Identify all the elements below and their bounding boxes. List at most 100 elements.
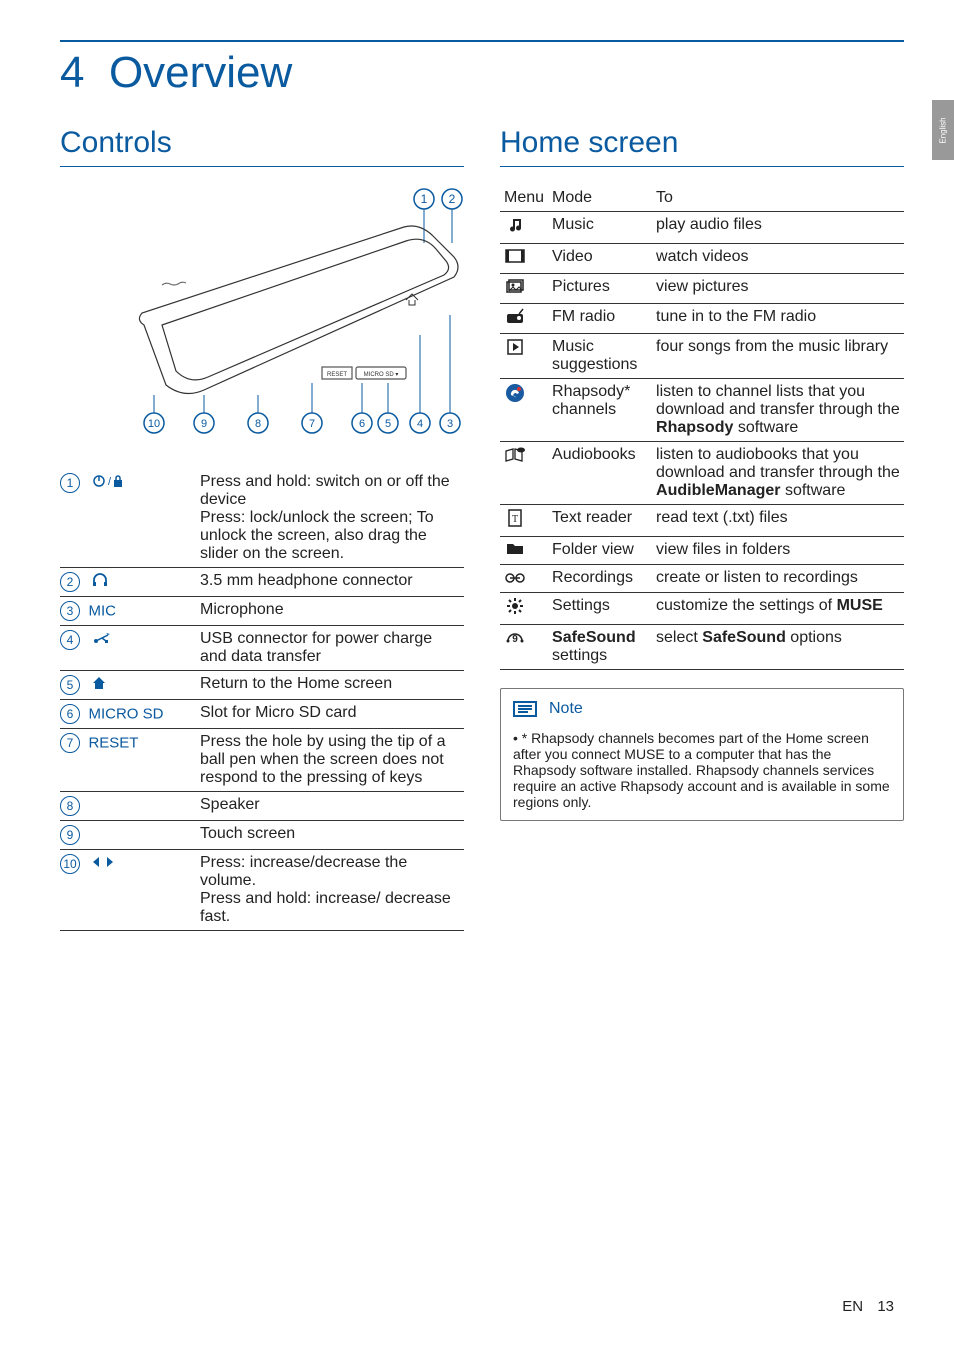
menu-mode: Music: [548, 212, 652, 244]
device-diagram: 1 2 RESET MICRO SD ▾: [60, 185, 464, 445]
svg-text:10: 10: [148, 418, 160, 430]
menu-to: four songs from the music library: [652, 334, 904, 379]
controls-row: 2 3.5 mm headphone connector: [60, 568, 464, 597]
svg-text:6: 6: [359, 418, 365, 430]
mode-col-header: Mode: [548, 185, 652, 212]
svg-text:5: 5: [385, 418, 391, 430]
menu-to: view files in folders: [652, 537, 904, 565]
menu-to: play audio files: [652, 212, 904, 244]
language-tab: English: [932, 100, 954, 160]
controls-row-desc: Press and hold: switch on or off the dev…: [200, 469, 464, 568]
menu-mode: FM radio: [548, 304, 652, 334]
controls-row-label: 4: [60, 626, 200, 671]
page-footer: EN 13: [842, 1298, 894, 1315]
menu-row: TText readerread text (.txt) files: [500, 505, 904, 537]
audiobooks-icon: [504, 446, 526, 464]
svg-text:RESET: RESET: [327, 372, 347, 378]
menu-to: view pictures: [652, 274, 904, 304]
menu-row: FM radiotune in to the FM radio: [500, 304, 904, 334]
svg-text:9: 9: [512, 634, 518, 645]
controls-row-label: 6 MICRO SD: [60, 700, 200, 729]
volume-icon: [92, 855, 114, 873]
controls-row: 5 Return to the Home screen: [60, 671, 464, 700]
controls-row-desc: Slot for Micro SD card: [200, 700, 464, 729]
menu-mode: Video: [548, 244, 652, 274]
menu-to: customize the settings of MUSE: [652, 593, 904, 625]
music-icon: [504, 216, 526, 234]
controls-row-label: 9: [60, 821, 200, 850]
menu-mode: Settings: [548, 593, 652, 625]
menu-row: Music suggestionsfour songs from the mus…: [500, 334, 904, 379]
home-icon: [92, 676, 106, 695]
menu-row: Recordingscreate or listen to recordings: [500, 565, 904, 593]
footer-page: 13: [877, 1298, 894, 1315]
controls-row: 10 Press: increase/decrease the volume.P…: [60, 850, 464, 931]
device-illustration: 1 2 RESET MICRO SD ▾: [124, 185, 464, 445]
menu-row: Musicplay audio files: [500, 212, 904, 244]
svg-text:8: 8: [255, 418, 261, 430]
controls-table: 1 /Press and hold: switch on or off the …: [60, 469, 464, 931]
controls-row: 3 MICMicrophone: [60, 597, 464, 626]
chapter-title: 4 Overview: [60, 48, 904, 98]
headphone-icon: [92, 573, 108, 592]
menu-row: Settingscustomize the settings of MUSE: [500, 593, 904, 625]
controls-row-desc: Microphone: [200, 597, 464, 626]
controls-row-desc: Speaker: [200, 792, 464, 821]
menu-mode: Music suggestions: [548, 334, 652, 379]
menu-mode: Audiobooks: [548, 442, 652, 505]
svg-text:9: 9: [201, 418, 207, 430]
menu-mode: Text reader: [548, 505, 652, 537]
chapter-header: 4 Overview: [60, 40, 904, 98]
note-label: Note: [549, 700, 583, 718]
safesound-icon: 9: [504, 629, 526, 647]
to-col-header: To: [652, 185, 904, 212]
svg-text:4: 4: [417, 418, 423, 430]
svg-text:7: 7: [309, 418, 315, 430]
usb-icon: [92, 631, 112, 650]
svg-text:MICRO SD ▾: MICRO SD ▾: [364, 372, 399, 378]
recordings-icon: [504, 569, 526, 583]
home-screen-column: Home screen Menu Mode To Musicplay audio…: [500, 126, 904, 931]
menu-row: 9 SafeSound settingsselect SafeSound opti…: [500, 625, 904, 670]
menu-row: Picturesview pictures: [500, 274, 904, 304]
menu-to: listen to channel lists that you downloa…: [652, 379, 904, 442]
menu-row: Audiobookslisten to audiobooks that you …: [500, 442, 904, 505]
settings-icon: [504, 597, 526, 615]
controls-row-label: 10: [60, 850, 200, 931]
controls-row-label: 1 /: [60, 469, 200, 568]
controls-row: 7 RESETPress the hole by using the tip o…: [60, 729, 464, 792]
menu-to: select SafeSound options: [652, 625, 904, 670]
controls-row-label: 7 RESET: [60, 729, 200, 792]
menu-row: Videowatch videos: [500, 244, 904, 274]
svg-text:1: 1: [421, 192, 428, 206]
pictures-icon: [504, 278, 526, 294]
menu-to: listen to audiobooks that you download a…: [652, 442, 904, 505]
home-menu-table: Menu Mode To Musicplay audio filesVideow…: [500, 185, 904, 670]
note-body: * Rhapsody channels becomes part of the …: [513, 730, 891, 810]
svg-text:2: 2: [449, 192, 456, 206]
power-lock-icon: /: [92, 474, 126, 493]
rhapsody-icon: [504, 383, 526, 403]
menu-mode: Rhapsody* channels: [548, 379, 652, 442]
controls-row: 8Speaker: [60, 792, 464, 821]
menu-to: tune in to the FM radio: [652, 304, 904, 334]
menu-col-header: Menu: [500, 185, 548, 212]
text-icon: T: [504, 509, 526, 527]
controls-row-label: 8: [60, 792, 200, 821]
menu-mode: Recordings: [548, 565, 652, 593]
suggestions-icon: [504, 338, 526, 356]
controls-row-label: 3 MIC: [60, 597, 200, 626]
controls-heading: Controls: [60, 126, 464, 167]
menu-to: create or listen to recordings: [652, 565, 904, 593]
menu-mode: Pictures: [548, 274, 652, 304]
radio-icon: [504, 308, 526, 324]
note-box: Note * Rhapsody channels becomes part of…: [500, 688, 904, 821]
controls-row: 4 USB connector for power charge and dat…: [60, 626, 464, 671]
controls-row-desc: USB connector for power charge and data …: [200, 626, 464, 671]
svg-text:3: 3: [447, 418, 453, 430]
menu-to: watch videos: [652, 244, 904, 274]
controls-row: 6 MICRO SDSlot for Micro SD card: [60, 700, 464, 729]
controls-row-desc: 3.5 mm headphone connector: [200, 568, 464, 597]
menu-mode: Folder view: [548, 537, 652, 565]
menu-mode: SafeSound settings: [548, 625, 652, 670]
